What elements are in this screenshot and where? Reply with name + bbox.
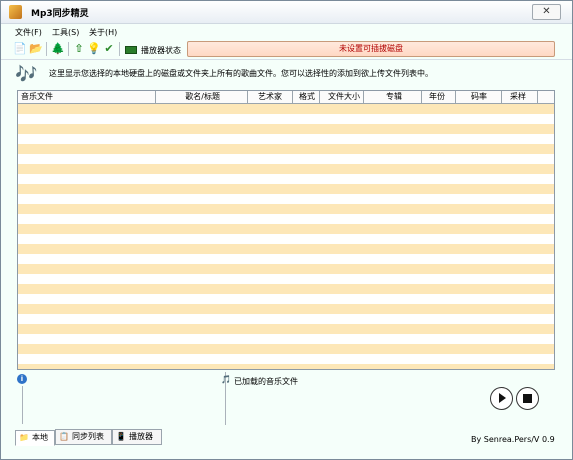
column-header-format[interactable]: 格式 <box>293 92 315 103</box>
column-divider[interactable] <box>537 91 538 103</box>
close-button[interactable]: ✕ <box>532 4 561 20</box>
tab-sync-list[interactable]: 📋 同步列表 <box>55 429 112 445</box>
column-header-sample-rate[interactable]: 采样 <box>502 92 526 103</box>
stop-button[interactable] <box>516 387 539 410</box>
table-row[interactable] <box>18 324 554 334</box>
toolbar: 📄 📂 🌲 ⇧ 💡 ✔ 播放器状态 未设置可插拔磁盘 <box>1 39 572 60</box>
menu-about[interactable]: 关于(H) <box>89 27 117 38</box>
toolbar-separator <box>46 42 47 56</box>
table-row[interactable] <box>18 304 554 314</box>
table-row[interactable] <box>18 244 554 254</box>
menu-file[interactable]: 文件(F) <box>15 27 42 38</box>
tab-label: 播放器 <box>129 432 153 441</box>
table-row[interactable] <box>18 284 554 294</box>
sync-tree-icon[interactable]: 🌲 <box>51 42 65 56</box>
stop-icon <box>523 394 532 403</box>
tab-label: 本地 <box>32 433 48 442</box>
play-button[interactable] <box>490 387 513 410</box>
table-row[interactable] <box>18 344 554 354</box>
table-body <box>18 104 554 369</box>
player-status-icon <box>125 46 137 54</box>
table-row[interactable] <box>18 204 554 214</box>
toolbar-separator <box>119 42 120 56</box>
table-row[interactable] <box>18 184 554 194</box>
column-header-bitrate[interactable]: 码率 <box>456 92 487 103</box>
table-row[interactable] <box>18 104 554 114</box>
folder-icon: 📁 <box>19 433 29 442</box>
table-row[interactable] <box>18 144 554 154</box>
table-header: 音乐文件 歌名/标题 艺术家 格式 文件大小 专辑 年份 码率 采样 <box>18 91 554 104</box>
column-header-file-size[interactable]: 文件大小 <box>320 92 360 103</box>
app-window: Mp3同步精灵 ✕ 文件(F) 工具(S) 关于(H) 📄 📂 🌲 ⇧ 💡 ✔ … <box>0 0 573 460</box>
loaded-files-label: 已加载的音乐文件 <box>234 377 298 386</box>
tab-player[interactable]: 📱 播放器 <box>112 429 162 445</box>
lightbulb-icon[interactable]: 💡 <box>87 42 101 56</box>
menu-bar: 文件(F) 工具(S) 关于(H) <box>1 24 572 39</box>
column-header-title[interactable]: 歌名/标题 <box>156 92 220 103</box>
checkmark-icon[interactable]: ✔ <box>102 42 116 56</box>
tree-rule <box>22 386 23 424</box>
add-files-icon[interactable]: 📄 <box>13 42 27 56</box>
column-header-artist[interactable]: 艺术家 <box>248 92 282 103</box>
open-folder-icon[interactable]: 📂 <box>29 42 43 56</box>
tab-label: 同步列表 <box>72 432 104 441</box>
list-icon: 📋 <box>59 432 69 441</box>
menu-tools[interactable]: 工具(S) <box>52 27 79 38</box>
column-header-year[interactable]: 年份 <box>422 92 445 103</box>
info-description: 这里显示您选择的本地硬盘上的磁盘或文件夹上所有的歌曲文件。您可以选择性的添加到欲… <box>49 69 433 78</box>
table-row[interactable] <box>18 364 554 369</box>
music-file-icon: 🎵 <box>221 375 231 384</box>
player-icon: 📱 <box>116 432 126 441</box>
music-notes-icon: 🎶 <box>15 64 38 85</box>
folder-tree-panel[interactable]: i <box>17 372 223 425</box>
music-file-table[interactable]: 音乐文件 歌名/标题 艺术家 格式 文件大小 专辑 年份 码率 采样 <box>17 90 555 370</box>
title-bar: Mp3同步精灵 ✕ <box>1 1 572 24</box>
app-icon <box>9 5 22 19</box>
info-icon: i <box>17 374 27 384</box>
table-row[interactable] <box>18 164 554 174</box>
table-row[interactable] <box>18 124 554 134</box>
table-row[interactable] <box>18 224 554 234</box>
device-status-banner[interactable]: 未设置可插拔磁盘 <box>187 41 555 57</box>
play-icon <box>499 393 506 403</box>
upload-icon[interactable]: ⇧ <box>72 42 86 56</box>
column-header-music-file[interactable]: 音乐文件 <box>21 92 53 103</box>
version-credit: By Senrea.Pers/V 0.9 <box>471 435 555 444</box>
tab-local[interactable]: 📁 本地 <box>15 430 55 446</box>
window-title: Mp3同步精灵 <box>31 9 89 19</box>
toolbar-separator <box>68 42 69 56</box>
table-row[interactable] <box>18 264 554 274</box>
column-header-album[interactable]: 专辑 <box>364 92 402 103</box>
player-status-label: 播放器状态 <box>141 46 181 55</box>
